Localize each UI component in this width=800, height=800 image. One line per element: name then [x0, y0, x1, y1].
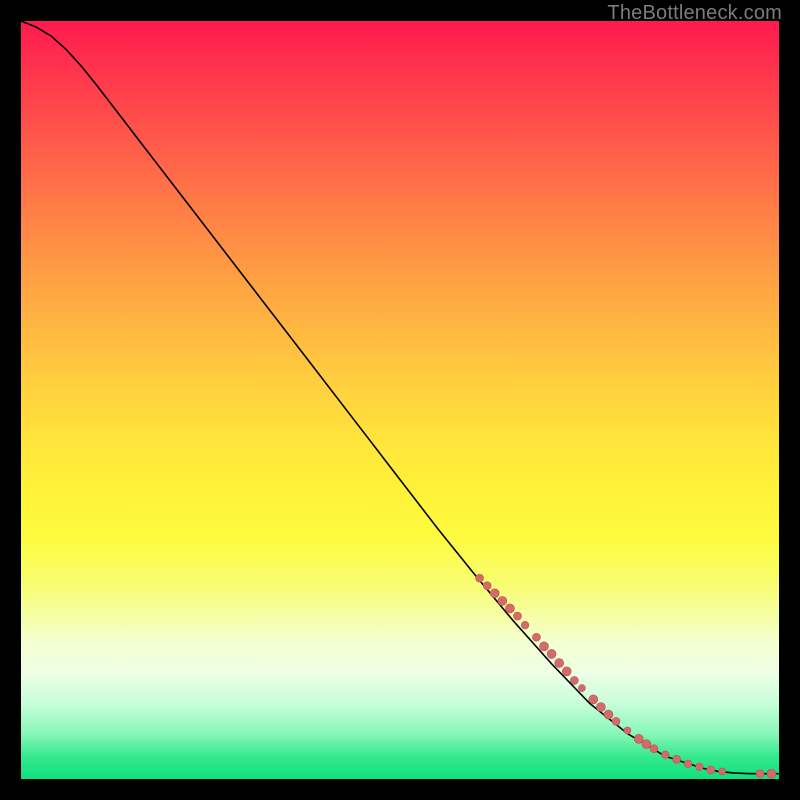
data-marker — [555, 659, 564, 668]
data-marker — [684, 760, 692, 768]
data-marker — [662, 751, 670, 759]
data-marker — [624, 727, 631, 734]
data-marker — [756, 770, 764, 778]
data-marker — [596, 702, 605, 711]
data-marker — [498, 596, 507, 605]
data-marker — [513, 612, 521, 620]
data-marker — [490, 589, 499, 598]
data-marker — [642, 740, 651, 749]
data-marker — [673, 755, 681, 763]
data-marker — [476, 574, 484, 582]
data-marker — [634, 734, 643, 743]
data-marker — [532, 633, 540, 641]
data-marker — [604, 710, 613, 719]
data-marker — [547, 649, 556, 658]
chart-frame: TheBottleneck.com — [0, 0, 800, 800]
data-marker — [612, 717, 620, 725]
data-marker — [505, 604, 514, 613]
data-marker — [562, 667, 571, 676]
data-marker — [540, 642, 549, 651]
marker-cluster — [476, 574, 776, 778]
data-marker — [767, 769, 776, 778]
bottleneck-curve — [21, 21, 779, 774]
data-marker — [483, 582, 491, 590]
data-marker — [719, 768, 726, 775]
data-marker — [696, 763, 704, 771]
data-marker — [707, 766, 715, 774]
data-marker — [589, 695, 598, 704]
data-marker — [650, 745, 658, 753]
data-marker — [570, 676, 578, 684]
chart-overlay — [21, 21, 779, 779]
data-marker — [521, 621, 529, 629]
data-marker — [578, 685, 585, 692]
